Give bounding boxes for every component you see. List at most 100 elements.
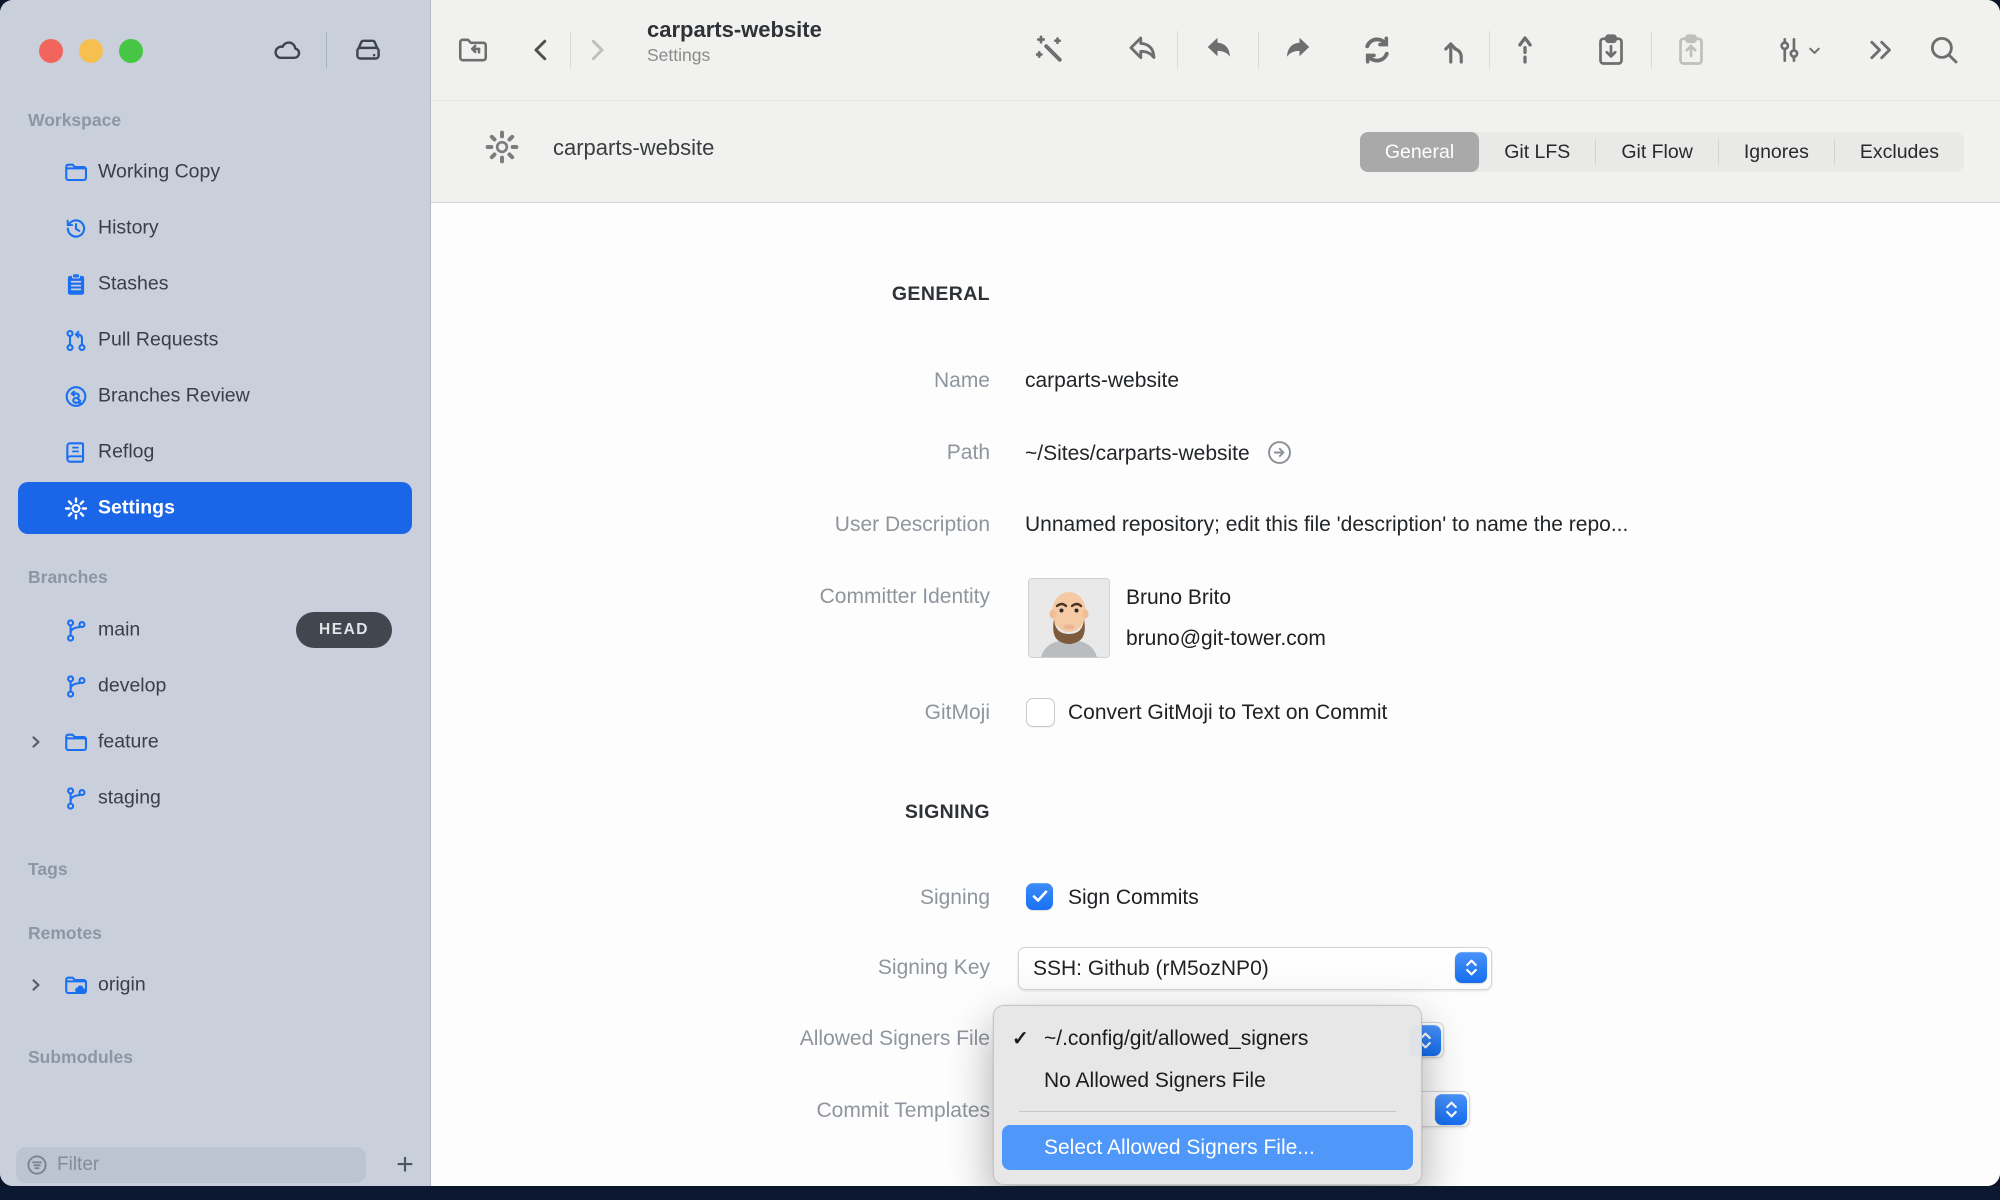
- signing-key-label: Signing Key: [560, 954, 990, 981]
- sidebar-item-working-copy[interactable]: Working Copy: [18, 150, 412, 194]
- settings-tabs: General Git LFS Git Flow Ignores Exclude…: [1360, 132, 1964, 172]
- stash-apply-button[interactable]: [1671, 30, 1711, 70]
- workspace-folder-icon: [455, 32, 491, 68]
- tab-excludes[interactable]: Excludes: [1835, 132, 1964, 172]
- sidebar-item-settings[interactable]: Settings: [18, 482, 412, 534]
- sidebar-item-label: History: [98, 217, 159, 240]
- close-window-button[interactable]: [39, 39, 63, 63]
- sidebar-item-pull-requests[interactable]: Pull Requests: [18, 318, 412, 362]
- search-button[interactable]: [1924, 30, 1964, 70]
- clipboard-down-icon: [1593, 32, 1629, 68]
- chevron-right-icon: [582, 35, 612, 65]
- allowed-signers-label: Allowed Signers File: [560, 1025, 990, 1052]
- cloud-services-button[interactable]: [268, 31, 306, 69]
- committer-email: bruno@git-tower.com: [1126, 625, 1326, 652]
- hard-drive-icon: [351, 33, 385, 67]
- toolbar-divider: [1651, 31, 1652, 69]
- pull-arrow-icon: [1201, 32, 1237, 68]
- sidebar-section-remotes: Remotes: [28, 923, 102, 944]
- tab-general[interactable]: General: [1360, 132, 1479, 172]
- merge-icon: [1438, 32, 1474, 68]
- toolbar-separator: [431, 100, 2000, 101]
- sidebar-item-reflog[interactable]: Reflog: [18, 430, 412, 474]
- sidebar-item-branch-feature[interactable]: feature: [18, 720, 412, 764]
- sidebar-section-branches: Branches: [28, 567, 108, 588]
- gitmoji-option-label: Convert GitMoji to Text on Commit: [1068, 699, 1387, 726]
- merge-button[interactable]: [1436, 30, 1476, 70]
- allowed-signers-menu: ✓ ~/.config/git/allowed_signers No Allow…: [993, 1005, 1422, 1185]
- settings-page-title: carparts-website: [553, 135, 714, 161]
- gear-icon: [62, 495, 89, 522]
- sidebar-filter: [16, 1147, 366, 1183]
- forward-button[interactable]: [577, 30, 617, 70]
- sync-arrows-icon: [1359, 32, 1395, 68]
- committer-name: Bruno Brito: [1126, 584, 1231, 611]
- local-repos-button[interactable]: [349, 31, 387, 69]
- tab-ignores[interactable]: Ignores: [1719, 132, 1834, 172]
- signing-key-select[interactable]: SSH: Github (rM5ozNP0): [1018, 947, 1492, 990]
- fetch-button[interactable]: [1357, 30, 1397, 70]
- app-window: Workspace Working Copy History Stashes P…: [0, 0, 2000, 1186]
- window-title-repo: carparts-website: [647, 16, 822, 44]
- minimize-window-button[interactable]: [79, 39, 103, 63]
- push-button[interactable]: [1278, 30, 1318, 70]
- add-repository-button[interactable]: +: [386, 1147, 424, 1183]
- double-chevron-right-icon: [1864, 33, 1898, 67]
- sidebar-item-history[interactable]: History: [18, 206, 412, 250]
- rebase-button[interactable]: [1505, 30, 1545, 70]
- stash-clipboard-icon: [62, 271, 89, 298]
- filter-input[interactable]: [49, 1154, 366, 1176]
- toolbar-overflow-button[interactable]: [1861, 30, 1901, 70]
- sidebar-section-workspace: Workspace: [28, 110, 121, 131]
- sidebar-item-label: develop: [98, 675, 166, 698]
- settings-gear-icon: [482, 127, 522, 167]
- path-value: ~/Sites/carparts-website: [1025, 439, 1293, 467]
- quick-actions-button[interactable]: [1030, 30, 1070, 70]
- menu-item-select-allowed-signers[interactable]: Select Allowed Signers File...: [1002, 1125, 1413, 1170]
- sidebar-item-label: feature: [98, 731, 159, 754]
- branch-icon: [62, 617, 89, 644]
- search-icon: [1927, 33, 1961, 67]
- sidebar-item-branch-develop[interactable]: develop: [18, 664, 412, 708]
- history-clock-icon: [62, 215, 89, 242]
- zoom-window-button[interactable]: [119, 39, 143, 63]
- main-area: carparts-website Settings: [431, 0, 2000, 1186]
- sidebar-section-tags: Tags: [28, 859, 68, 880]
- magic-wand-icon: [1032, 32, 1068, 68]
- sidebar-item-label: main: [98, 619, 140, 642]
- sidebar-item-branches-review[interactable]: Branches Review: [18, 374, 412, 418]
- desktop-bottom-strip: [0, 1186, 2000, 1200]
- sidebar: Workspace Working Copy History Stashes P…: [0, 0, 431, 1186]
- sidebar-item-label: Reflog: [98, 441, 154, 464]
- undo-button[interactable]: [1123, 30, 1163, 70]
- tab-git-flow[interactable]: Git Flow: [1596, 132, 1718, 172]
- sign-commits-checkbox[interactable]: [1026, 883, 1053, 910]
- sidebar-item-label: Settings: [98, 497, 175, 520]
- pull-button[interactable]: [1199, 30, 1239, 70]
- sidebar-item-branch-main[interactable]: main HEAD: [18, 608, 412, 652]
- workspace-view-button[interactable]: [453, 30, 493, 70]
- settings-content: GENERAL Name carparts-website Path ~/Sit…: [431, 203, 2000, 1186]
- general-section-heading: GENERAL: [560, 281, 990, 308]
- chevron-right-icon[interactable]: [26, 975, 46, 995]
- back-button[interactable]: [521, 30, 561, 70]
- sidebar-item-remote-origin[interactable]: origin: [18, 963, 412, 1007]
- sidebar-top-divider: [326, 32, 327, 68]
- signing-key-value: SSH: Github (rM5ozNP0): [1033, 957, 1269, 981]
- stash-save-button[interactable]: [1591, 30, 1631, 70]
- push-arrow-icon: [1280, 32, 1316, 68]
- sidebar-item-branch-staging[interactable]: staging: [18, 776, 412, 820]
- menu-separator: [1019, 1111, 1396, 1112]
- gitmoji-checkbox[interactable]: [1026, 698, 1055, 727]
- view-options-button[interactable]: [1768, 30, 1826, 70]
- tab-git-lfs[interactable]: Git LFS: [1479, 132, 1595, 172]
- sidebar-item-stashes[interactable]: Stashes: [18, 262, 412, 306]
- window-title-view: Settings: [647, 44, 822, 66]
- window-title: carparts-website Settings: [647, 16, 822, 66]
- menu-item-allowed-signers-path[interactable]: ✓ ~/.config/git/allowed_signers: [1002, 1022, 1413, 1056]
- user-description-value: Unnamed repository; edit this file 'desc…: [1025, 511, 1628, 538]
- menu-item-no-allowed-signers[interactable]: No Allowed Signers File: [1002, 1064, 1413, 1098]
- chevron-right-icon[interactable]: [26, 732, 46, 752]
- path-label: Path: [560, 439, 990, 466]
- open-path-button[interactable]: [1266, 439, 1293, 466]
